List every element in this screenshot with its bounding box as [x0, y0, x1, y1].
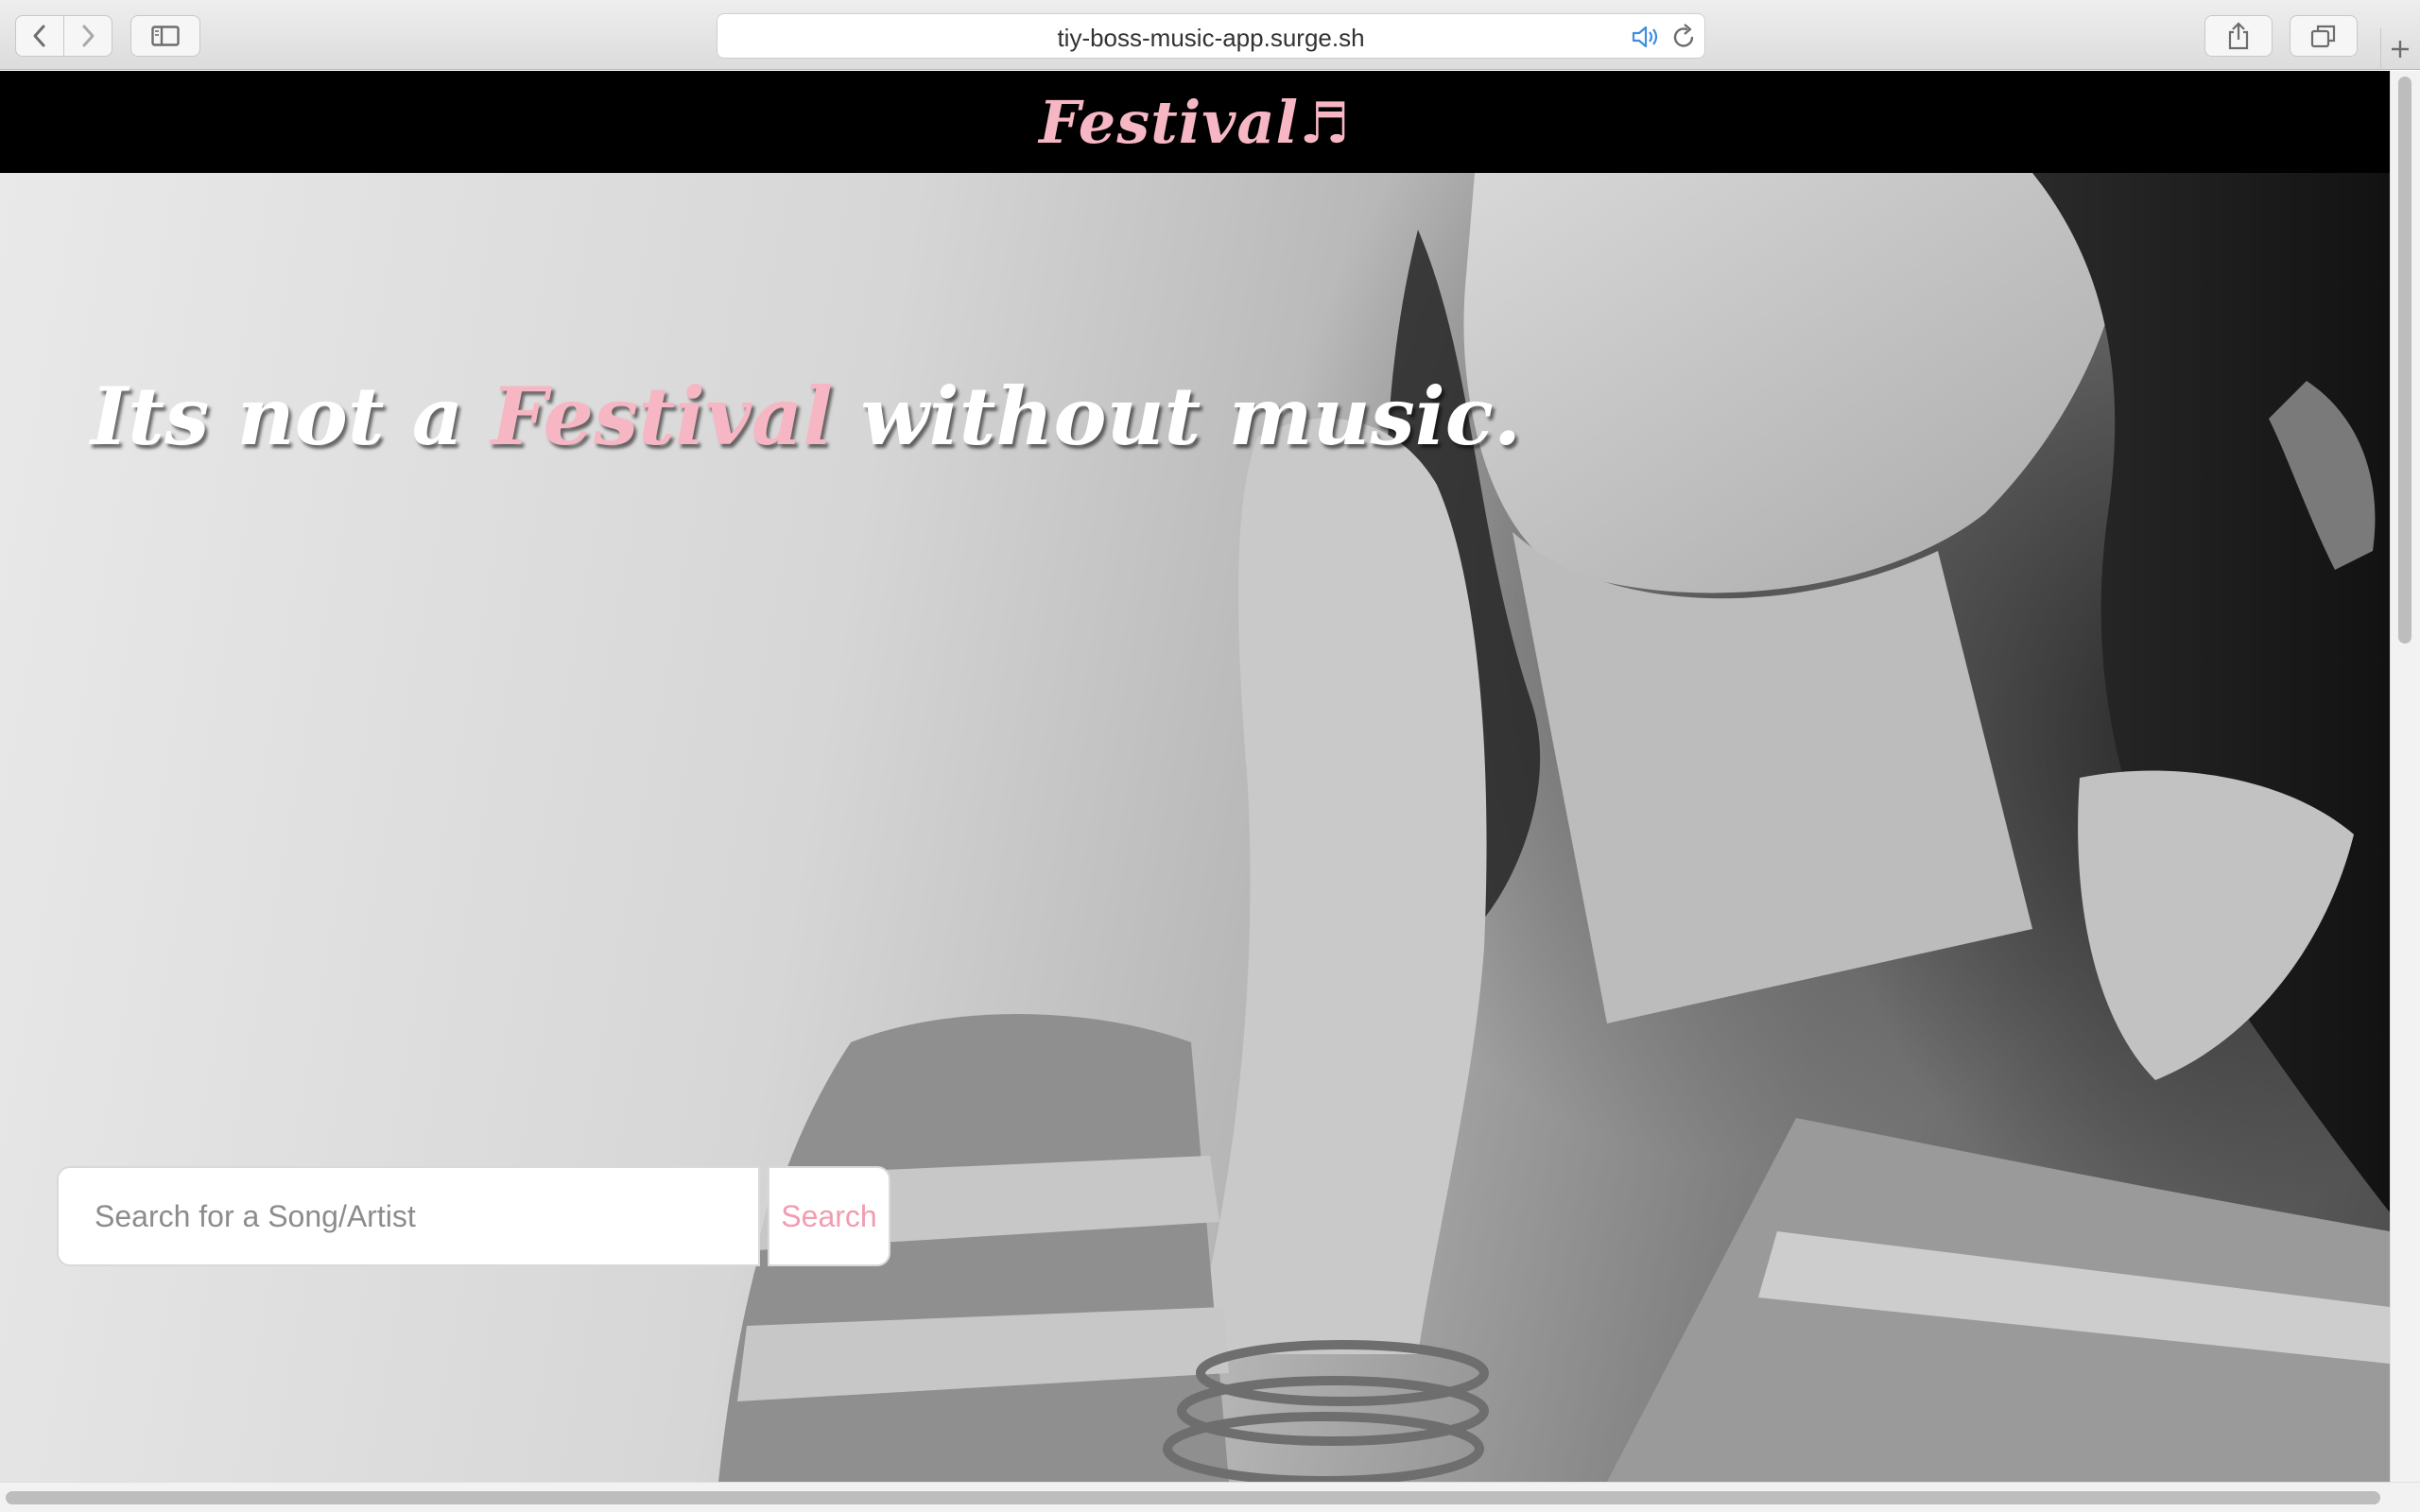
share-button[interactable] [2204, 15, 2273, 57]
search-form: Search [57, 1166, 890, 1266]
tabs-overview-icon [2310, 25, 2336, 48]
tagline-before: Its not a [91, 369, 464, 463]
music-note-icon: ♬ [1299, 91, 1351, 157]
horizontal-scroll-thumb[interactable] [6, 1491, 2380, 1504]
sidebar-toggle-button[interactable] [130, 15, 200, 57]
search-input[interactable] [57, 1166, 760, 1266]
horizontal-scrollbar[interactable] [0, 1482, 2420, 1512]
address-bar[interactable]: tiy-boss-music-app.surge.sh [717, 13, 1705, 59]
reload-icon[interactable] [1672, 24, 1697, 50]
browser-toolbar: tiy-boss-music-app.surge.sh [0, 0, 2420, 70]
speaker-icon[interactable] [1631, 24, 1661, 50]
tagline-accent: Festival [491, 369, 834, 463]
back-button[interactable] [15, 15, 64, 57]
sidebar-icon [151, 26, 180, 46]
chevron-right-icon [82, 25, 95, 47]
vertical-scroll-thumb[interactable] [2398, 77, 2411, 644]
forward-button[interactable] [63, 15, 112, 57]
chevron-left-icon [33, 25, 45, 47]
url-text: tiy-boss-music-app.surge.sh [1057, 24, 1365, 52]
search-button[interactable]: Search [768, 1166, 890, 1266]
brand-name: Festival [1039, 88, 1300, 157]
hero-tagline: Its not a Festival without music. [91, 369, 1521, 463]
vertical-scrollbar[interactable] [2390, 71, 2420, 1482]
plus-icon [2392, 41, 2409, 58]
tabs-overview-button[interactable] [2290, 15, 2358, 57]
site-header: Festival♬ [0, 71, 2390, 173]
brand-logo[interactable]: Festival♬ [0, 88, 2390, 157]
new-tab-button[interactable] [2380, 28, 2419, 70]
tagline-after: without music. [860, 369, 1522, 463]
hero-section: Its not a Festival without music. Search [0, 173, 2390, 1482]
share-icon [2228, 22, 2249, 50]
